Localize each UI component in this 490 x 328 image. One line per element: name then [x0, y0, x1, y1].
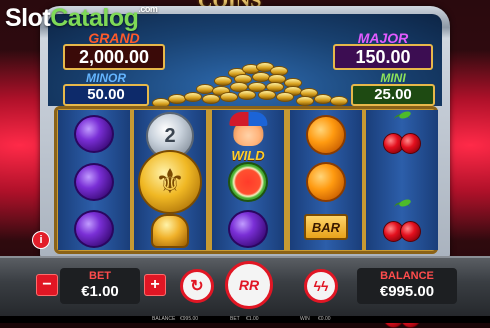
- bet-label: BET: [89, 270, 111, 282]
- autoplay-button[interactable]: ↻: [180, 269, 214, 303]
- jackpot-mini: MINI 25.00: [351, 72, 435, 106]
- balance-value: €995.00: [379, 283, 435, 300]
- info-button[interactable]: i: [32, 231, 50, 249]
- bet-decrease-button[interactable]: −: [36, 274, 58, 296]
- plum-symbol: [74, 210, 114, 248]
- jackpot-mini-value: 25.00: [351, 84, 435, 106]
- bell-symbol: [151, 214, 189, 248]
- bet-value: €1.00: [81, 283, 119, 300]
- jester-icon: [229, 112, 267, 146]
- watermark-catalog: Catalog: [50, 4, 139, 32]
- reel-1: [58, 110, 130, 250]
- jackpot-grand-label: GRAND: [88, 30, 140, 46]
- plum-symbol: [228, 210, 268, 248]
- jackpot-minor-value: 50.00: [63, 84, 149, 106]
- watermark-slot: Slot: [5, 4, 51, 32]
- orange-symbol: [306, 162, 346, 202]
- spin-button[interactable]: RR: [225, 261, 273, 309]
- balance-label: BALANCE: [380, 270, 434, 282]
- spin-label: RR: [238, 277, 260, 293]
- wild-symbol: WILD: [229, 112, 267, 163]
- reel-3: WILD: [212, 110, 284, 250]
- watermark: SlotCatalog.com: [5, 4, 158, 33]
- cherry-symbol: [381, 110, 423, 154]
- bar-symbol: BAR: [304, 214, 348, 240]
- jackpot-minor-label: MINOR: [86, 71, 126, 85]
- jackpot-mini-label: MINI: [380, 71, 406, 85]
- status-win-label: WIN: [300, 316, 310, 322]
- jackpot-major-label: MAJOR: [357, 30, 409, 46]
- status-bar: BALANCE €995.00 BET €1.00 WIN €0.00: [0, 316, 490, 323]
- gold-fleur-coin-symbol: ⚜: [138, 150, 202, 214]
- status-balance-label: BALANCE: [152, 316, 176, 322]
- reel-4: BAR: [290, 110, 362, 250]
- cherry-symbol: [381, 198, 423, 242]
- plum-symbol: [74, 163, 114, 201]
- status-balance-value: €995.00: [180, 316, 199, 322]
- balance-display: BALANCE €995.00: [357, 268, 457, 304]
- status-win-value: €0.00: [318, 316, 331, 322]
- reel-2: 2 ⚜: [134, 110, 206, 250]
- bet-increase-button[interactable]: +: [144, 274, 166, 296]
- autoplay-icon: ↻: [190, 278, 204, 295]
- wild-label: WILD: [231, 148, 265, 163]
- turbo-icon: ϟϟ: [313, 278, 329, 294]
- reel-5: [366, 110, 438, 328]
- bet-display: BET €1.00: [60, 268, 140, 304]
- watermelon-symbol: [228, 162, 268, 202]
- coin-pile: [148, 60, 358, 108]
- status-bet-label: BET: [230, 316, 240, 322]
- turbo-button[interactable]: ϟϟ: [304, 269, 338, 303]
- plum-symbol: [74, 115, 114, 153]
- orange-symbol: [306, 115, 346, 155]
- watermark-suffix: .com: [138, 4, 158, 14]
- status-bet-value: €1.00: [246, 316, 259, 322]
- jackpot-minor: MINOR 50.00: [63, 72, 149, 106]
